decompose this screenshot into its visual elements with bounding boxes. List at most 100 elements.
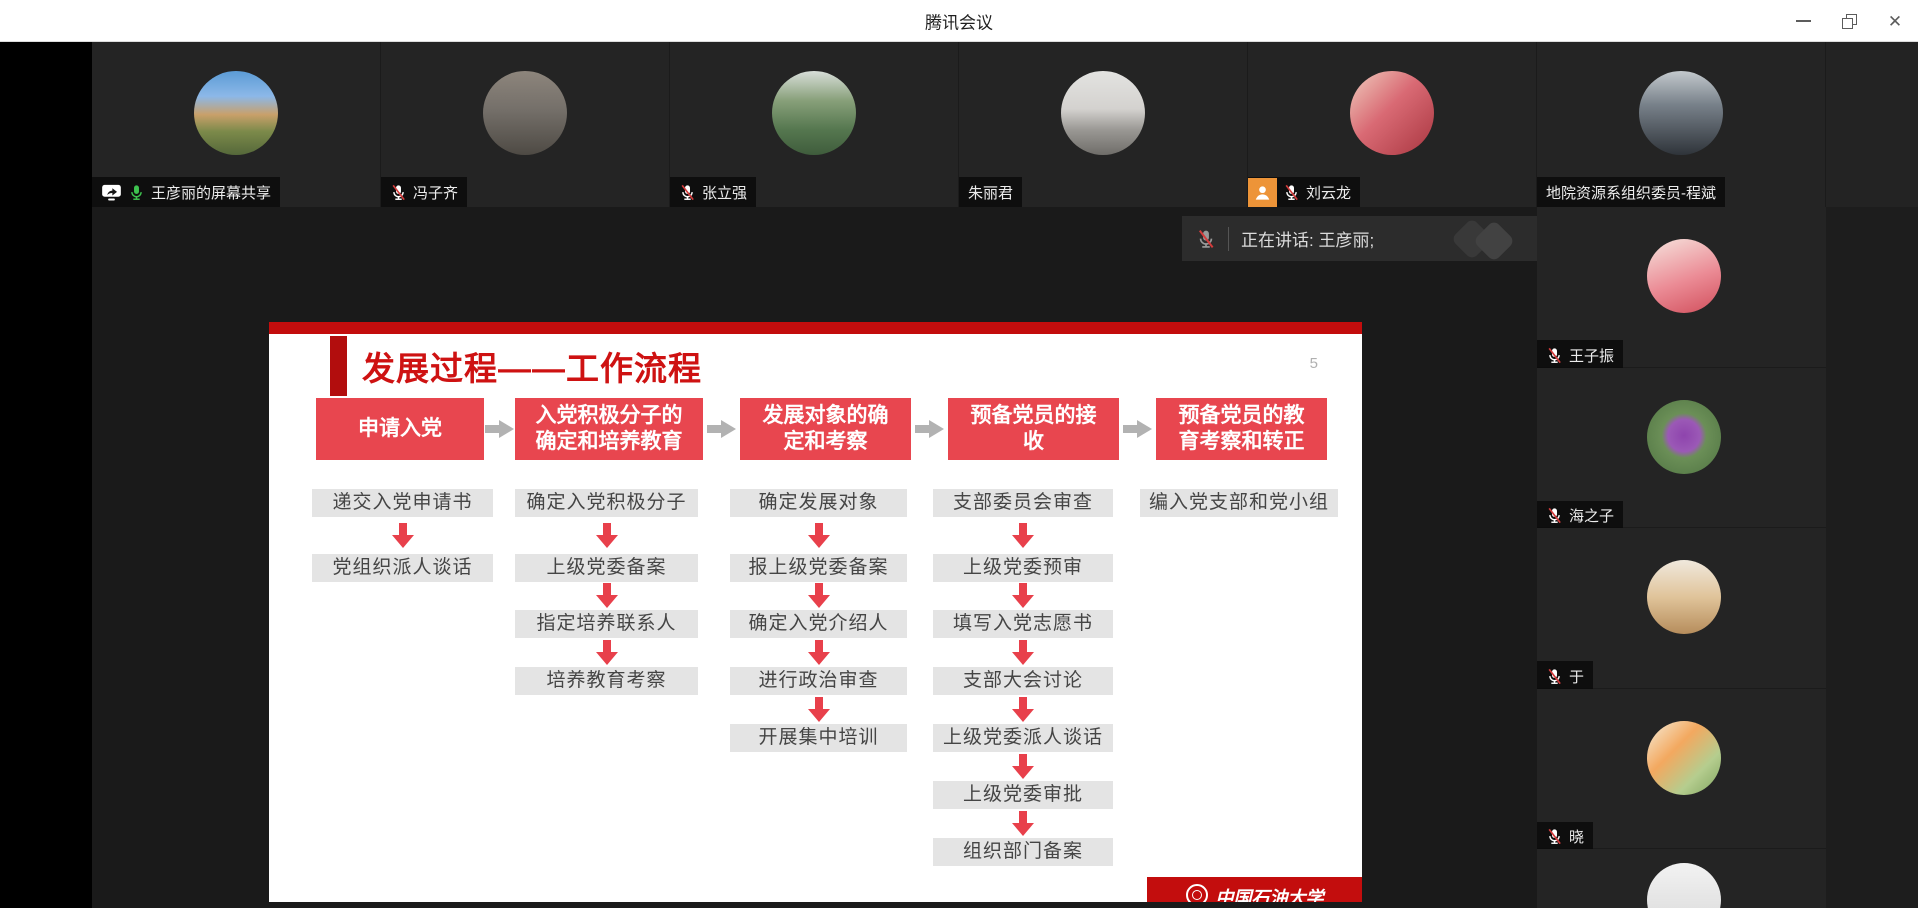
flow-column: 递交入党申请书党组织派人谈话 [312,489,493,869]
video-tile[interactable]: 晓 [1537,689,1826,850]
flow-column: 编入党支部和党小组 [1140,489,1338,869]
minimize-button[interactable] [1780,0,1826,42]
flow-step-box: 上级党委派人谈话 [933,724,1113,752]
close-icon: ✕ [1888,13,1902,30]
restore-icon [1842,14,1857,29]
video-tile[interactable]: 于 [1537,528,1826,689]
mic-muted-icon [1546,828,1563,845]
flow-step-box: 递交入党申请书 [312,489,493,517]
slide-page-number: 5 [1310,355,1318,372]
minimize-icon [1796,20,1811,22]
flow-step-box: 指定培养联系人 [515,610,698,638]
divider [1228,227,1229,251]
participant-name: 朱丽君 [968,182,1013,203]
avatar [1061,71,1145,155]
avatar [1647,721,1721,795]
mic-muted-icon [1196,229,1216,249]
flow-stage-header-line: 入党积极分子的 [536,404,683,427]
participant-name: 海之子 [1569,505,1614,526]
close-button[interactable]: ✕ [1872,0,1918,42]
left-black-strip [0,42,92,908]
speaking-indicator-text: 正在讲话: 王彦丽; [1241,226,1374,251]
flow-step-box: 培养教育考察 [515,667,698,695]
flow-stage-header-line: 预备党员的教 [1179,404,1305,427]
window-titlebar[interactable]: 腾讯会议 ✕ [0,0,1918,42]
flow-arrow-down-icon [392,523,414,549]
screen-share-area: 正在讲话: 王彦丽; 发展过程——工作流程 5 申请入党递交入党申请书党组织派人… [92,207,1537,908]
flow-arrow-right-icon [915,420,945,438]
flow-column: 确定发展对象报上级党委备案确定入党介绍人进行政治审查开展集中培训 [730,489,907,869]
flow-arrow-down-icon [1012,754,1034,780]
video-tile[interactable]: 冯子齐 [381,42,670,207]
university-logo-banner: 中国石油大学 [1147,877,1362,902]
right-video-sidebar: 王子振海之子于晓 [1537,207,1826,908]
slide-top-red-bar [269,322,1362,334]
participant-name: 刘云龙 [1306,182,1351,203]
flow-step-box: 报上级党委备案 [730,554,907,582]
flow-arrow-down-icon [808,640,830,666]
presentation-slide: 发展过程——工作流程 5 申请入党递交入党申请书党组织派人谈话入党积极分子的确定… [269,322,1362,902]
participant-name-label: 地院资源系组织委员-程斌 [1537,177,1725,207]
avatar [772,71,856,155]
avatar [1647,560,1721,634]
flow-step-box: 填写入党志愿书 [933,610,1113,638]
university-name: 中国石油大学 [1216,884,1324,902]
flow-arrow-right-icon [707,420,737,438]
participant-name-label: 海之子 [1537,501,1623,531]
flow-stage-header-line: 发展对象的确 [763,404,889,427]
flow-arrow-down-icon [596,583,618,609]
participant-name: 王彦丽的屏幕共享 [151,182,271,203]
window-title: 腾讯会议 [925,8,993,33]
video-tile[interactable]: 王子振 [1537,207,1826,368]
mic-on-icon [128,184,145,201]
flow-stage-header-line: 定和考察 [784,430,868,453]
window-controls: ✕ [1780,0,1918,42]
flow-arrow-right-icon [1123,420,1153,438]
video-tile[interactable]: 海之子 [1537,368,1826,529]
flow-step-box: 确定入党介绍人 [730,610,907,638]
mic-muted-icon [390,184,407,201]
flow-column: 确定入党积极分子上级党委备案指定培养联系人培养教育考察 [515,489,698,869]
participant-name-label: 冯子齐 [381,177,467,207]
flow-arrow-down-icon [596,640,618,666]
participant-name-label: 王子振 [1537,340,1623,370]
flow-stage-header-line: 收 [1023,430,1044,453]
screen-share-icon [101,184,122,201]
flow-arrow-down-icon [808,523,830,549]
flow-stage-header-line: 预备党员的接 [971,404,1097,427]
participant-name-label: 王彦丽的屏幕共享 [92,177,280,207]
video-tile[interactable]: 刘云龙 [1248,42,1537,207]
flow-step-box: 支部大会讨论 [933,667,1113,695]
flow-arrow-down-icon [596,523,618,549]
video-tile[interactable]: 地院资源系组织委员-程斌 [1537,42,1826,207]
university-emblem-icon [1186,884,1208,902]
flow-arrow-down-icon [1012,640,1034,666]
flow-step-box: 确定发展对象 [730,489,907,517]
flow-step-box: 党组织派人谈话 [312,554,493,582]
flow-stage-header-line: 申请入党 [358,417,442,440]
restore-button[interactable] [1826,0,1872,42]
mic-muted-icon [679,184,696,201]
flow-stage-header: 申请入党 [316,398,484,460]
speaking-indicator-bar: 正在讲话: 王彦丽; [1182,216,1537,261]
flow-step-box: 支部委员会审查 [933,489,1113,517]
flow-stage-header-line: 确定和培养教育 [536,430,683,453]
participant-name: 王子振 [1569,345,1614,366]
mic-muted-icon [1196,229,1216,249]
mic-muted-icon [1546,668,1563,685]
slide-title: 发展过程——工作流程 [362,342,702,390]
video-tile[interactable]: 王彦丽的屏幕共享 [92,42,381,207]
participant-name-label: 晓 [1537,822,1593,852]
mic-muted-icon [1546,507,1563,524]
participant-name-label: 于 [1537,661,1593,691]
flow-step-box: 上级党委审批 [933,781,1113,809]
video-tile[interactable]: 朱丽君 [959,42,1248,207]
tencent-meeting-window: 腾讯会议 ✕ 正在讲话: 王彦丽; 发展过程——工作流程 5 申请入党递交入党申… [0,0,1918,908]
flow-stage-header: 预备党员的教育考察和转正 [1156,398,1327,460]
video-tile[interactable]: 张立强 [670,42,959,207]
participant-name: 冯子齐 [413,182,458,203]
video-tile[interactable] [1537,849,1826,908]
top-video-strip: 王彦丽的屏幕共享 冯子齐 张立强朱丽君 刘云龙 地院资源系组织委员-程斌 [92,42,1918,207]
flow-arrow-down-icon [808,583,830,609]
flow-step-box: 编入党支部和党小组 [1140,489,1338,517]
